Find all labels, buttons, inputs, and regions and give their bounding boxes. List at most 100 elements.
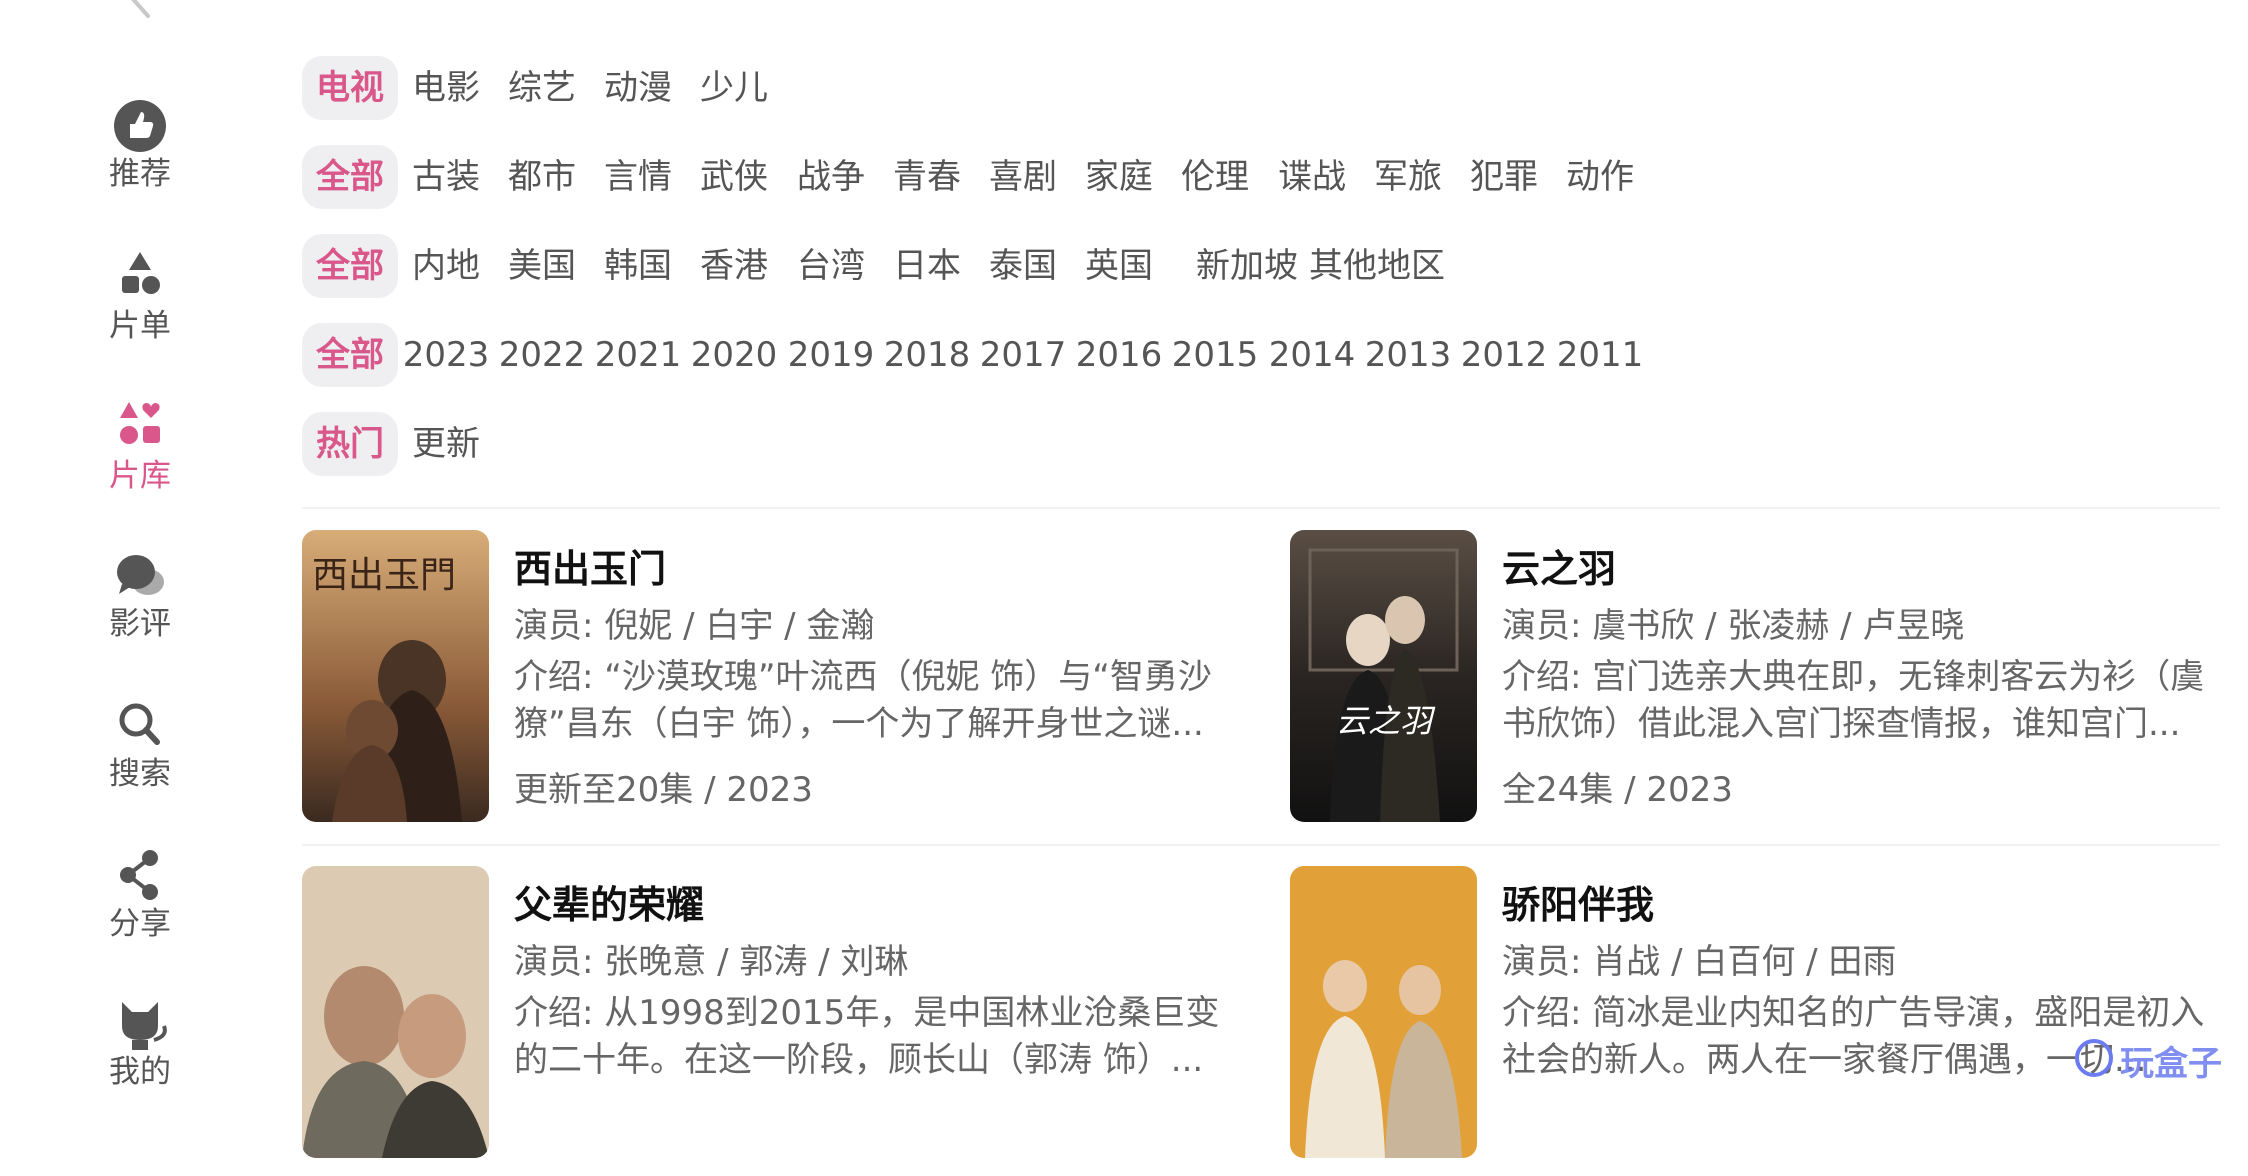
- genre-chip[interactable]: 犯罪: [1456, 145, 1552, 209]
- year-chip[interactable]: 2016: [1071, 323, 1167, 387]
- sidebar-item-library[interactable]: 片库: [60, 400, 220, 510]
- shapes-icon: [122, 252, 160, 294]
- show-cast: 演员: 张晚意 / 郭涛 / 刘琳: [514, 942, 909, 982]
- genre-chip[interactable]: 家庭: [1071, 145, 1167, 209]
- sidebar-item-recommend[interactable]: 推荐: [60, 98, 220, 208]
- sidebar-item-share[interactable]: 分享: [60, 848, 220, 958]
- genre-chip[interactable]: 古装: [398, 145, 494, 209]
- category-chip-selected[interactable]: 电视: [302, 56, 398, 120]
- sidebar-item-label: 推荐: [109, 156, 171, 192]
- library-icon: [120, 402, 160, 444]
- year-chip[interactable]: 2022: [494, 323, 590, 387]
- region-chip[interactable]: 其他地区: [1292, 234, 1462, 298]
- year-chip[interactable]: 2011: [1552, 323, 1648, 387]
- region-chip[interactable]: 英国: [1071, 234, 1167, 298]
- year-chip[interactable]: 2017: [975, 323, 1071, 387]
- region-chip[interactable]: 日本: [879, 234, 975, 298]
- category-chip[interactable]: 少儿: [686, 56, 782, 120]
- show-card[interactable]: 云之羽 云之羽 演员: 虞书欣 / 张凌赫 / 卢昱晓 介绍: 宫门选亲大典在即…: [1290, 530, 2248, 840]
- region-chip[interactable]: 韩国: [590, 234, 686, 298]
- sidebar-item-label: 分享: [109, 906, 171, 942]
- genre-chip[interactable]: 言情: [590, 145, 686, 209]
- poster-title-text: 云之羽: [1336, 702, 1433, 740]
- year-chip[interactable]: 2013: [1360, 323, 1456, 387]
- category-filter-row: 电视 电影 综艺 动漫 少儿: [302, 56, 2222, 120]
- search-icon: [119, 703, 160, 745]
- year-chip[interactable]: 2014: [1264, 323, 1360, 387]
- poster-image: 云之羽: [1290, 530, 1477, 822]
- poster-image: 西出玉門: [302, 530, 489, 822]
- sort-chip[interactable]: 更新: [398, 412, 494, 476]
- region-chip[interactable]: 泰国: [975, 234, 1071, 298]
- sidebar-item-list[interactable]: 片单: [60, 250, 220, 360]
- sort-filter-row: 热门 更新: [302, 412, 2222, 476]
- region-filter-row: 全部 内地 美国 韩国 香港 台湾 日本 泰国 英国 新加坡 其他地区: [302, 234, 2222, 298]
- divider: [302, 507, 2220, 509]
- year-filter-row: 全部 2023 2022 2021 2020 2019 2018 2017 2016 2015 20…: [302, 323, 2222, 387]
- category-chip[interactable]: 电影: [398, 56, 494, 120]
- year-chip[interactable]: 2021: [590, 323, 686, 387]
- poster-image: [1290, 866, 1477, 1158]
- show-meta: 全24集 / 2023: [1502, 770, 1733, 810]
- sidebar-item-reviews[interactable]: 影评: [60, 548, 220, 658]
- share-icon: [120, 850, 158, 900]
- region-chip[interactable]: 香港: [686, 234, 782, 298]
- region-chip[interactable]: 美国: [494, 234, 590, 298]
- region-chip[interactable]: 台湾: [783, 234, 879, 298]
- genre-chip[interactable]: 伦理: [1167, 145, 1263, 209]
- genre-chip[interactable]: 谍战: [1264, 145, 1360, 209]
- sidebar-item-label: 片库: [109, 458, 171, 494]
- show-title: 父辈的荣耀: [514, 883, 705, 927]
- sidebar-item-search[interactable]: 搜索: [60, 698, 220, 808]
- show-title: 云之羽: [1502, 547, 1617, 591]
- sidebar: 推荐 片单 片库 影评 搜索 分享 我的: [0, 0, 280, 1090]
- genre-filter-row: 全部 古装 都市 言情 武侠 战争 青春 喜剧 家庭 伦理 谍战 军旅 犯罪 动作: [302, 145, 2222, 209]
- watermark-logo-icon: [2075, 1039, 2113, 1077]
- show-meta: 更新至20集 / 2023: [514, 770, 813, 810]
- year-chip[interactable]: 2020: [686, 323, 782, 387]
- genre-chip[interactable]: 动作: [1552, 145, 1648, 209]
- show-card[interactable]: 骄阳伴我 演员: 肖战 / 白百何 / 田雨 介绍: 简冰是业内知名的广告导演，…: [1290, 866, 2248, 1176]
- cat-icon: [122, 1002, 167, 1050]
- show-cast: 演员: 虞书欣 / 张凌赫 / 卢昱晓: [1502, 606, 1965, 646]
- genre-chip[interactable]: 武侠: [686, 145, 782, 209]
- sidebar-item-label: 我的: [109, 1054, 171, 1090]
- year-chip[interactable]: 2015: [1167, 323, 1263, 387]
- sidebar-item-label: 搜索: [109, 756, 171, 792]
- watermark-text: 玩盒子: [2120, 1044, 2222, 1084]
- show-cast: 演员: 倪妮 / 白宇 / 金瀚: [514, 606, 875, 646]
- show-title: 西出玉门: [514, 547, 667, 591]
- poster-title-text: 西出玉門: [312, 555, 457, 596]
- region-chip[interactable]: 内地: [398, 234, 494, 298]
- category-chip[interactable]: 动漫: [590, 56, 686, 120]
- genre-chip-selected[interactable]: 全部: [302, 145, 398, 209]
- genre-chip[interactable]: 青春: [879, 145, 975, 209]
- show-intro: 介绍: 从1998到2015年，是中国林业沧桑巨变的二十年。在这一阶段，顾长山（…: [514, 993, 1220, 1080]
- year-chip[interactable]: 2019: [783, 323, 879, 387]
- genre-chip[interactable]: 都市: [494, 145, 590, 209]
- sidebar-item-label: 片单: [109, 308, 171, 344]
- show-cast: 演员: 肖战 / 白百何 / 田雨: [1502, 942, 1897, 982]
- genre-chip[interactable]: 喜剧: [975, 145, 1071, 209]
- divider: [302, 844, 2220, 846]
- year-chip[interactable]: 2012: [1456, 323, 1552, 387]
- sort-chip-selected[interactable]: 热门: [302, 412, 398, 476]
- show-title: 骄阳伴我: [1502, 883, 1655, 927]
- show-card[interactable]: 父辈的荣耀 演员: 张晚意 / 郭涛 / 刘琳 介绍: 从1998到2015年，…: [302, 866, 1262, 1176]
- sidebar-item-label: 影评: [109, 606, 171, 642]
- back-chevron-icon[interactable]: [118, 0, 158, 18]
- show-intro: 介绍: “沙漠玫瑰”叶流西（倪妮 饰）与“智勇沙獠”昌东（白宇 饰），一个为了解…: [514, 657, 1212, 744]
- genre-chip[interactable]: 战争: [783, 145, 879, 209]
- show-card[interactable]: 西出玉門 西出玉门 演员: 倪妮 / 白宇 / 金瀚 介绍: “沙漠玫瑰”叶流西…: [302, 530, 1262, 840]
- region-chip-selected[interactable]: 全部: [302, 234, 398, 298]
- year-chip[interactable]: 2018: [879, 323, 975, 387]
- thumbs-up-icon: [114, 100, 166, 152]
- category-chip[interactable]: 综艺: [494, 56, 590, 120]
- show-intro: 介绍: 宫门选亲大典在即，无锋刺客云为衫（虞书欣饰）借此混入宫门探查情报，谁知宫…: [1502, 657, 2205, 744]
- year-chip[interactable]: 2023: [398, 323, 494, 387]
- year-chip-selected[interactable]: 全部: [302, 323, 398, 387]
- show-intro: 介绍: 简冰是业内知名的广告导演，盛阳是初入社会的新人。两人在一家餐厅偶遇，一切…: [1502, 993, 2205, 1080]
- sidebar-item-profile[interactable]: 我的: [60, 996, 220, 1106]
- genre-chip[interactable]: 军旅: [1360, 145, 1456, 209]
- chat-bubbles-icon: [117, 555, 164, 595]
